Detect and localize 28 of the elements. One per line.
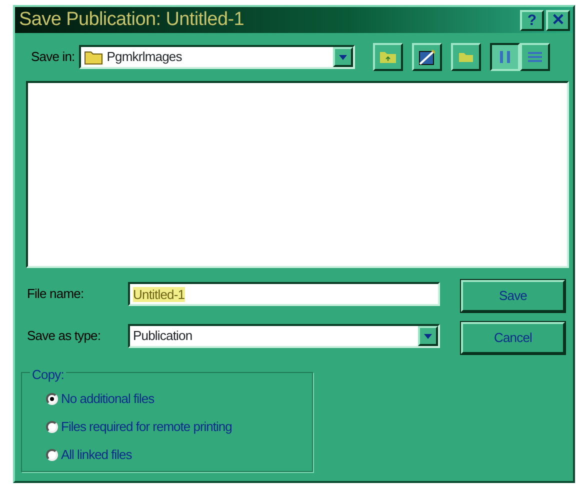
option-label[interactable]: No additional files xyxy=(61,389,154,409)
save-in-dropdown[interactable]: Pgmkrlmages xyxy=(78,45,355,69)
folder-icon xyxy=(458,52,473,62)
file-name-field[interactable]: Untitled-1 xyxy=(128,282,440,306)
radio-button[interactable] xyxy=(46,449,58,461)
folder-icon xyxy=(84,49,104,65)
up-folder-button[interactable] xyxy=(372,43,403,71)
option-label[interactable]: All linked files xyxy=(61,445,132,465)
save-as-type-dropdown[interactable]: Publication xyxy=(128,324,440,348)
cancel-button[interactable]: Cancel xyxy=(461,322,565,354)
save-button[interactable]: Save xyxy=(461,280,565,312)
up-folder-icon xyxy=(380,52,396,62)
radio-button[interactable] xyxy=(46,421,58,433)
list-view-button[interactable] xyxy=(490,43,520,71)
desktop-button[interactable] xyxy=(412,43,442,71)
save-as-type-label: Save as type: xyxy=(27,327,102,346)
new-folder-button[interactable] xyxy=(450,43,481,71)
details-view-button[interactable] xyxy=(520,43,550,71)
details-view-icon xyxy=(528,52,542,62)
option-label[interactable]: Files required for remote printing xyxy=(61,417,232,437)
list-view-icon xyxy=(500,51,510,63)
close-button[interactable]: ✕ xyxy=(546,10,570,30)
file-name-label: File name: xyxy=(27,285,85,304)
desktop-icon xyxy=(418,50,435,64)
save-in-label: Save in: xyxy=(31,48,75,66)
window-title: Save Publication: Untitled-1 xyxy=(19,8,246,32)
help-button[interactable]: ? xyxy=(520,10,544,30)
radio-button[interactable] xyxy=(46,393,58,405)
